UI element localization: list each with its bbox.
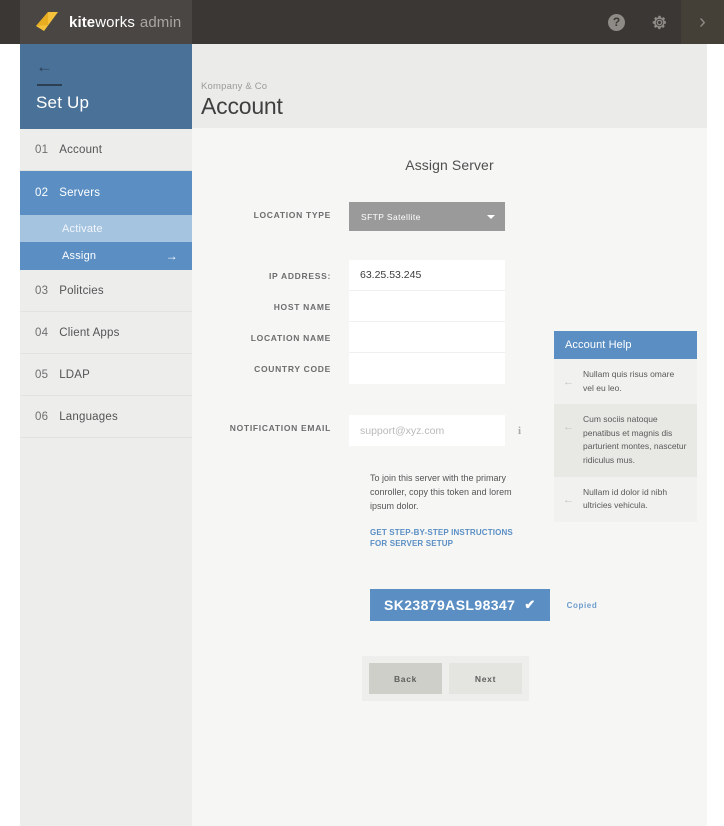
- copied-status: Copied: [566, 600, 598, 610]
- back-button[interactable]: Back: [369, 663, 442, 694]
- form-title: Assign Server: [405, 157, 494, 173]
- sidebar-item-client-apps[interactable]: 04 Client Apps: [20, 312, 192, 354]
- sidebar-item-label: Politcies: [59, 284, 104, 297]
- sidebar-item-languages[interactable]: 06 Languages: [20, 396, 192, 438]
- sidebar-item-ldap[interactable]: 05 LDAP: [20, 354, 192, 396]
- brand-text: kiteworks admin: [69, 14, 181, 31]
- next-button[interactable]: Next: [449, 663, 522, 694]
- notification-email-group: support@xyz.com i: [349, 415, 521, 446]
- arrow-left-icon: ←: [563, 493, 574, 506]
- server-input-stack: 63.25.53.245: [349, 260, 505, 384]
- brand-bold: kite: [69, 13, 96, 31]
- sidebar-subitem-activate[interactable]: Activate: [20, 215, 192, 242]
- ip-address-input[interactable]: 63.25.53.245: [349, 260, 505, 291]
- sidebar-subitem-label: Assign: [62, 250, 97, 262]
- account-help-title: Account Help: [554, 331, 697, 359]
- arrow-left-icon: ←: [563, 421, 574, 434]
- sidebar-item-policies[interactable]: 03 Politcies: [20, 270, 192, 312]
- sidebar-item-label: Languages: [59, 410, 118, 423]
- host-name-input[interactable]: [349, 291, 505, 322]
- sidebar-item-label: Client Apps: [59, 326, 120, 339]
- app-window: kiteworks admin ? › ← Set Up 01 Account …: [0, 0, 724, 826]
- brand-suffix: admin: [139, 13, 182, 31]
- sidebar-item-account[interactable]: 01 Account: [20, 129, 192, 171]
- back-arrow-icon[interactable]: ←: [36, 58, 176, 75]
- help-item-text: Nullam id dolor id nibh ultricies vehicu…: [583, 486, 668, 511]
- sidebar-item-number: 01: [35, 143, 49, 156]
- help-list-item[interactable]: ← Nullam quis risus omare vel eu leo.: [554, 359, 697, 405]
- help-list-item[interactable]: ← Cum sociis natoque penatibus et magnis…: [554, 404, 697, 477]
- arrow-left-icon: ←: [563, 376, 574, 388]
- setup-divider: [37, 84, 62, 86]
- server-setup-instructions-link[interactable]: Get step-by-step instructions for server…: [370, 527, 522, 550]
- token-row: SK23879ASL98347 ✔ Copied: [370, 589, 707, 621]
- ip-address-label: IP ADDRESS:: [268, 270, 331, 281]
- main-content: Kompany & Co Account Assign Server LOCAT…: [192, 44, 707, 826]
- question-mark-icon: ?: [608, 13, 625, 31]
- check-icon: ✔: [524, 597, 536, 612]
- kite-logo-icon: [36, 12, 58, 31]
- country-code-label: COUNTRY CODE: [254, 363, 331, 374]
- gear-icon: [651, 14, 668, 31]
- copy-token-button[interactable]: SK23879ASL98347 ✔: [370, 589, 550, 621]
- help-item-text: Cum sociis natoque penatibus et magnis d…: [583, 414, 687, 465]
- location-type-select[interactable]: SFTP Satellite: [349, 202, 505, 231]
- wizard-button-bar: Back Next: [362, 656, 529, 701]
- location-name-label: LOCATION NAME: [250, 332, 331, 343]
- account-help-panel: Account Help ← Nullam quis risus omare v…: [554, 331, 697, 522]
- token-help-text: To join this server with the primary con…: [370, 473, 512, 511]
- chevron-down-icon: [487, 214, 495, 219]
- help-button[interactable]: ?: [595, 0, 638, 44]
- sidebar-item-label: Account: [59, 143, 103, 156]
- sidebar-subitem-assign[interactable]: Assign →: [20, 242, 192, 270]
- info-icon[interactable]: i: [518, 425, 521, 437]
- top-bar: kiteworks admin ? ›: [0, 0, 724, 44]
- page-title: Account: [201, 93, 283, 119]
- location-type-value: SFTP Satellite: [361, 211, 421, 222]
- sidebar-item-number: 06: [35, 410, 49, 423]
- location-name-input[interactable]: [349, 322, 505, 353]
- settings-button[interactable]: [638, 0, 681, 44]
- location-type-label: LOCATION TYPE: [253, 210, 331, 220]
- chevron-right-icon: ›: [699, 11, 706, 33]
- token-value: SK23879ASL98347: [384, 597, 516, 613]
- country-code-input[interactable]: [349, 353, 505, 384]
- brand-logo-block[interactable]: kiteworks admin: [20, 0, 192, 44]
- location-type-row: LOCATION TYPE SFTP Satellite: [192, 202, 707, 231]
- sidebar: ← Set Up 01 Account 02 Servers Activate …: [20, 44, 192, 826]
- host-name-label: HOST NAME: [273, 301, 331, 312]
- arrow-right-icon: →: [165, 249, 178, 263]
- notification-email-input[interactable]: support@xyz.com: [349, 415, 505, 446]
- sidebar-item-label: Servers: [59, 187, 101, 199]
- sidebar-subitem-label: Activate: [62, 222, 103, 235]
- sidebar-item-servers[interactable]: 02 Servers: [20, 171, 192, 215]
- setup-header: ← Set Up: [20, 44, 192, 129]
- sidebar-item-label: LDAP: [59, 368, 91, 381]
- sidebar-item-number: 05: [35, 368, 49, 381]
- page-header: Kompany & Co Account: [192, 44, 707, 128]
- notification-email-label: NOTIFICATION EMAIL: [229, 423, 331, 433]
- help-list-item[interactable]: ← Nullam id dolor id nibh ultricies vehi…: [554, 476, 697, 522]
- expand-panel-button[interactable]: ›: [681, 0, 724, 44]
- help-item-text: Nullam quis risus omare vel eu leo.: [583, 369, 675, 393]
- sidebar-item-number: 04: [35, 326, 49, 339]
- sidebar-item-number: 02: [35, 187, 49, 199]
- brand-rest: works: [95, 13, 135, 31]
- setup-title: Set Up: [36, 93, 90, 112]
- header-actions: ? ›: [595, 0, 724, 44]
- breadcrumb: Kompany & Co: [201, 81, 268, 92]
- sidebar-item-number: 03: [35, 284, 49, 297]
